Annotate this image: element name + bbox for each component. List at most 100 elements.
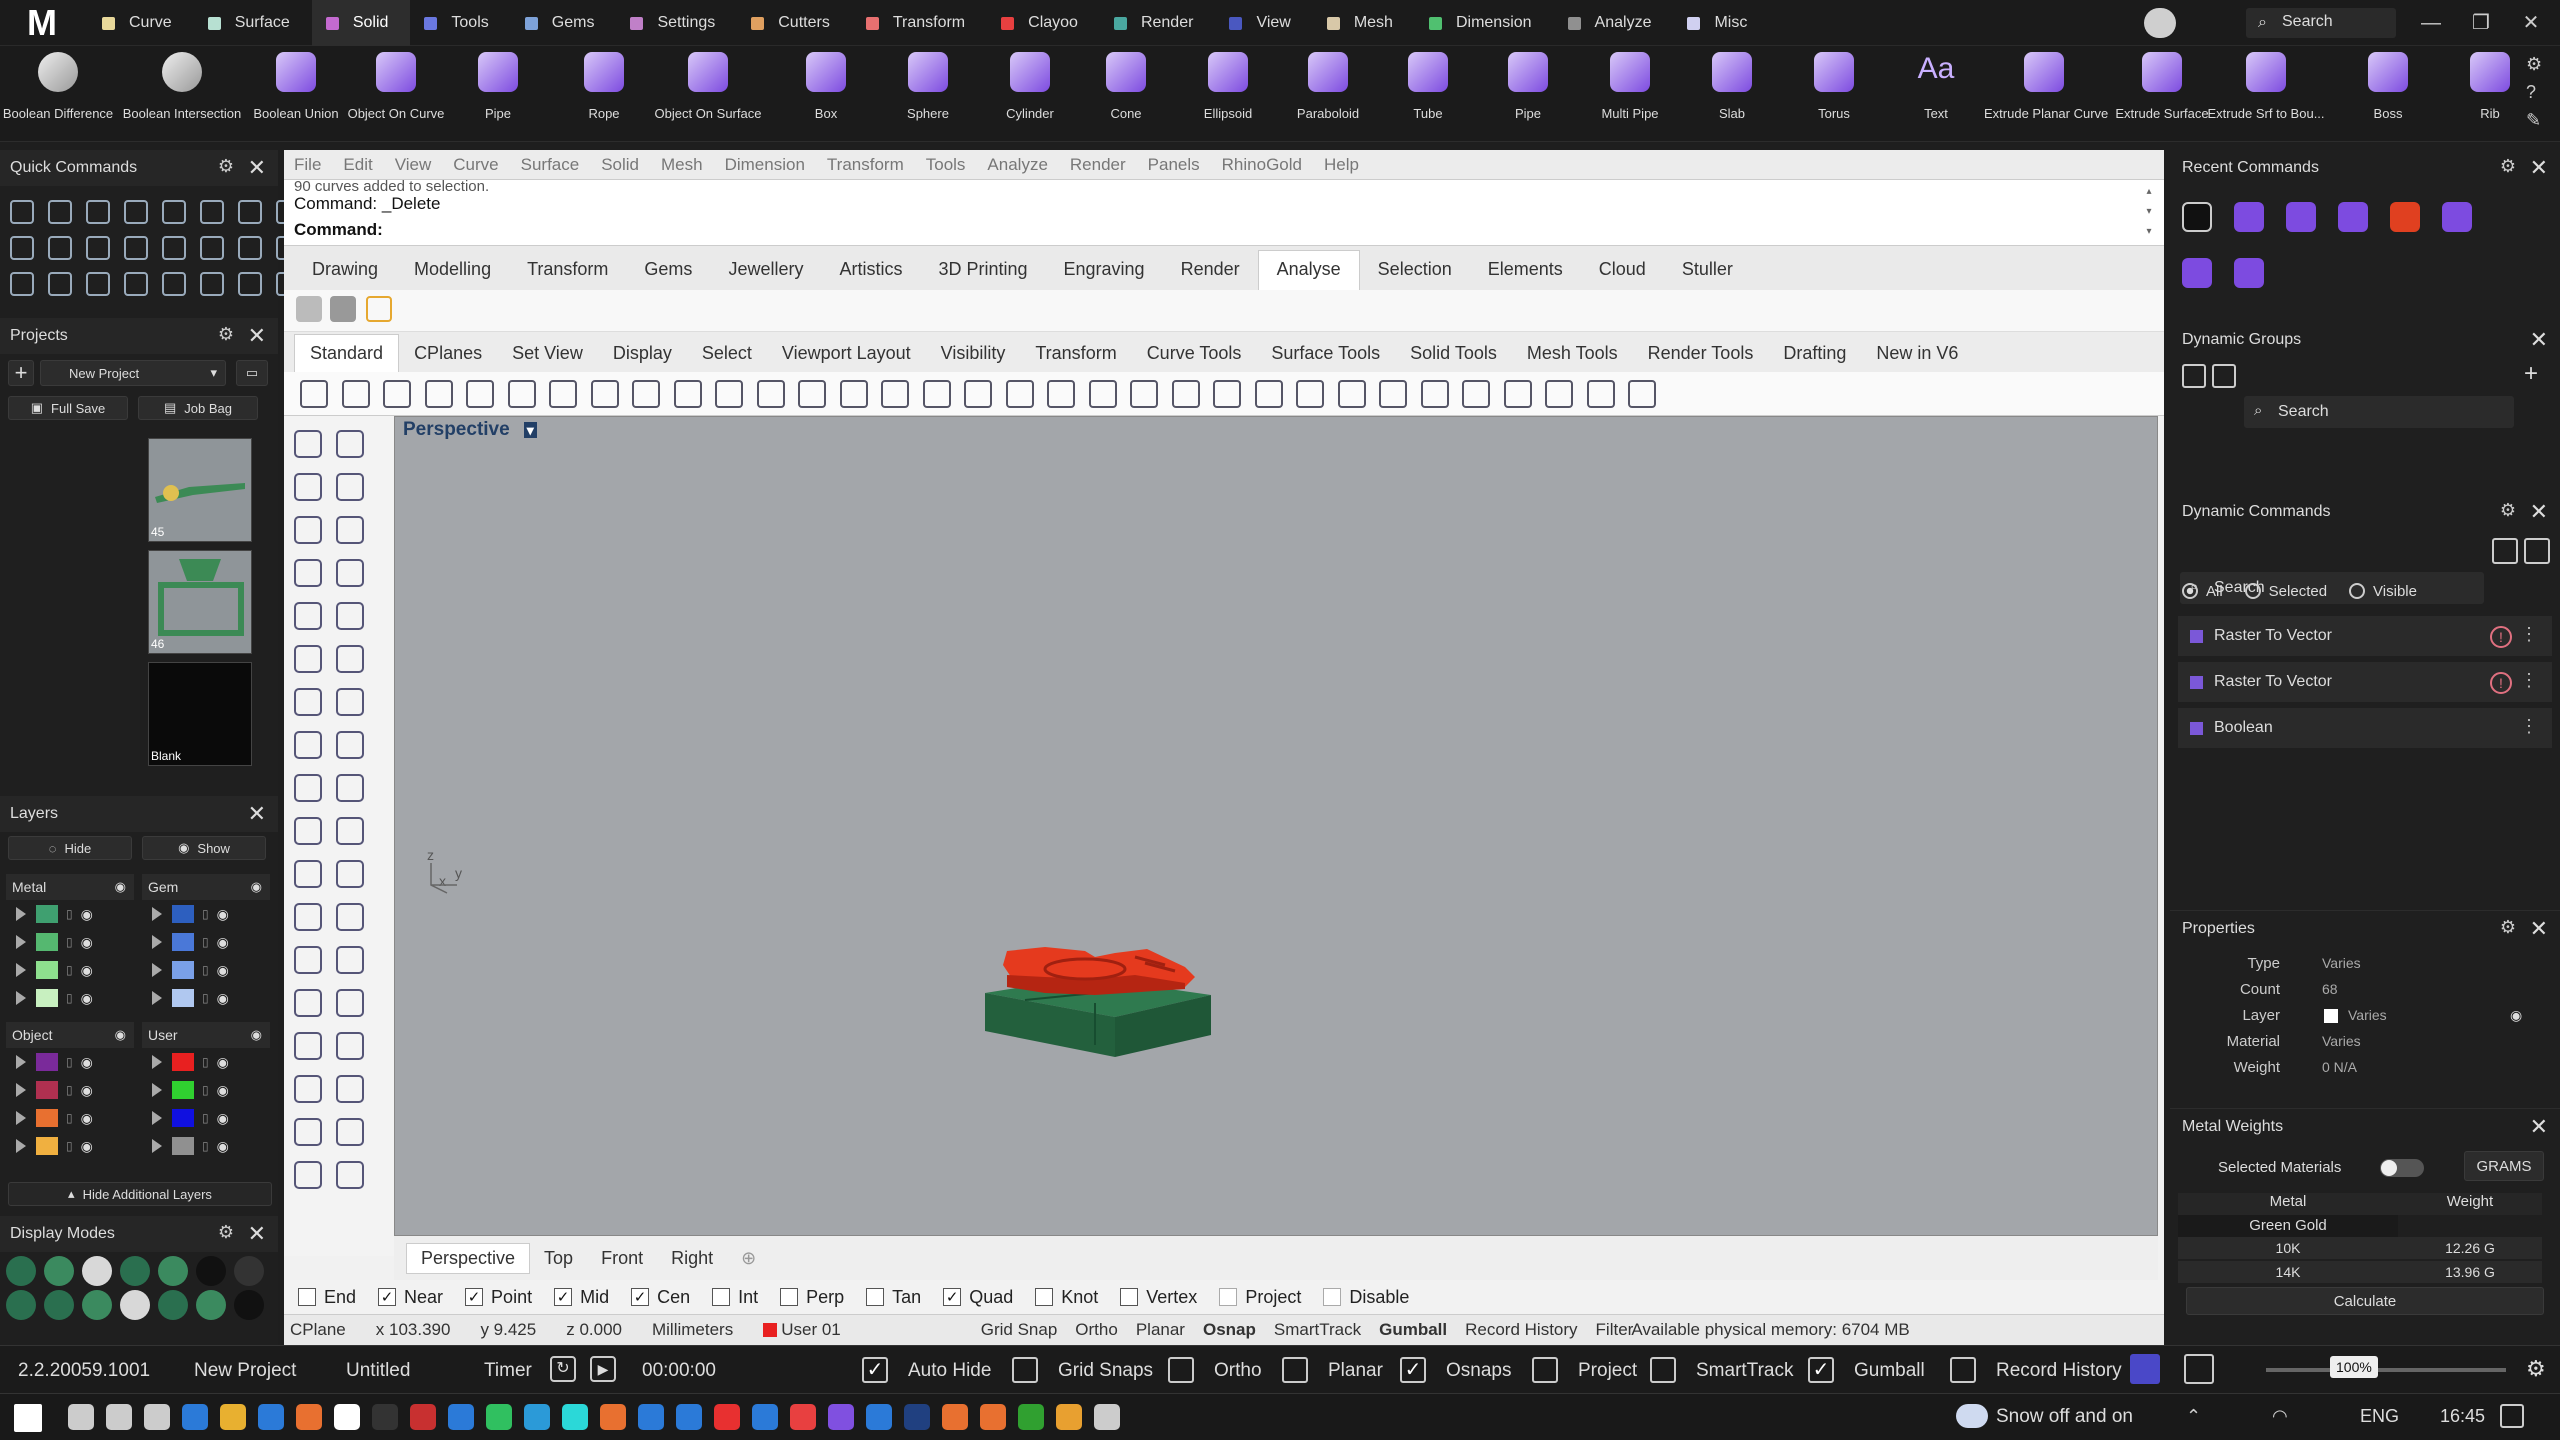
toolbar-tab-new-in-v6[interactable]: New in V6	[1861, 343, 1973, 372]
eye-icon[interactable]: ◉	[217, 906, 229, 923]
layer-color-swatch[interactable]	[36, 1081, 58, 1099]
toolbar-tab-visibility[interactable]: Visibility	[926, 343, 1021, 372]
display-mode-icon[interactable]	[158, 1256, 188, 1286]
main-menu-item[interactable]: View	[395, 155, 432, 175]
main-menu-item[interactable]: RhinoGold	[1222, 155, 1302, 175]
status-toggle-gumball[interactable]: Gumball	[1379, 1320, 1447, 1340]
eye-icon[interactable]: ◉	[217, 1054, 229, 1071]
palette-tool-icon[interactable]	[336, 1032, 364, 1060]
quick-command-icon[interactable]	[200, 236, 224, 260]
taskbar-app-icon[interactable]	[258, 1404, 284, 1430]
viewport-tab-front[interactable]: Front	[587, 1244, 657, 1273]
main-menu-item[interactable]: Curve	[453, 155, 498, 175]
tab-render[interactable]: Render	[1163, 259, 1258, 290]
eye-icon[interactable]: ◉	[115, 879, 126, 895]
display-mode-icon[interactable]	[158, 1290, 188, 1320]
palette-tool-icon[interactable]	[294, 602, 322, 630]
lock-icon[interactable]: ▯	[66, 907, 73, 921]
lock-icon[interactable]: ▯	[66, 963, 73, 977]
main-menu-item[interactable]: Panels	[1148, 155, 1200, 175]
status-toggle-smarttrack[interactable]: SmartTrack	[1274, 1320, 1361, 1340]
layer-row[interactable]: ▯ ◉	[6, 900, 134, 928]
checkbox-smarttrack[interactable]	[1650, 1357, 1676, 1383]
eye-icon[interactable]: ◉	[217, 990, 229, 1007]
eye-icon[interactable]: ◉	[81, 1138, 93, 1155]
layer-color-swatch[interactable]	[172, 905, 194, 923]
standard-tool-icon[interactable]	[839, 379, 868, 408]
status-toggle-planar[interactable]: Planar	[1136, 1320, 1185, 1340]
main-menu-item[interactable]: Tools	[926, 155, 966, 175]
expand-icon[interactable]	[16, 1055, 26, 1069]
eye-icon[interactable]: ◉	[2510, 1007, 2522, 1024]
layer-group-header[interactable]: Object ◉	[6, 1022, 134, 1048]
taskbar-app-icon[interactable]	[372, 1404, 398, 1430]
osnap-near[interactable]: ✓ Near	[378, 1287, 443, 1308]
standard-tool-icon[interactable]	[715, 379, 743, 408]
tab-selection[interactable]: Selection	[1360, 259, 1470, 290]
close-icon[interactable]: ✕	[248, 1221, 266, 1247]
expand-icon[interactable]	[152, 935, 162, 949]
layer-color-swatch[interactable]	[172, 961, 194, 979]
quick-command-icon[interactable]	[48, 200, 72, 224]
zoom-slider[interactable]	[2266, 1368, 2506, 1372]
main-menu-item[interactable]: Dimension	[725, 155, 805, 175]
standard-tool-icon[interactable]	[1545, 379, 1573, 408]
full-save-button[interactable]: ▣ Full Save	[8, 396, 128, 420]
tab-analyse[interactable]: Analyse	[1257, 250, 1360, 290]
standard-tool-icon[interactable]	[1171, 379, 1200, 408]
quick-command-icon[interactable]	[10, 236, 34, 260]
osnap-knot[interactable]: Knot	[1035, 1287, 1098, 1308]
osnap-int[interactable]: Int	[712, 1287, 758, 1308]
lock-icon[interactable]: ▯	[66, 1055, 73, 1069]
menu-tab-view[interactable]: View	[1215, 0, 1312, 46]
model-render[interactable]	[395, 417, 2157, 1235]
standard-tool-icon[interactable]	[1337, 379, 1366, 408]
taskbar-app-icon[interactable]	[296, 1404, 322, 1430]
recent-command-icon[interactable]	[2234, 258, 2264, 288]
standard-tool-icon[interactable]	[756, 379, 785, 408]
standard-tool-icon[interactable]	[922, 379, 951, 408]
lock-icon[interactable]: ▯	[202, 991, 209, 1005]
checkbox-project[interactable]	[1532, 1357, 1558, 1383]
close-icon[interactable]: ✕	[2530, 327, 2548, 353]
checkbox-ortho[interactable]	[1168, 1357, 1194, 1383]
layer-group-header[interactable]: Gem ◉	[142, 874, 270, 900]
radio-icon[interactable]	[2349, 583, 2366, 599]
checkbox[interactable]	[780, 1288, 799, 1306]
taskbar-app-icon[interactable]	[828, 1404, 854, 1430]
eye-icon[interactable]: ◉	[217, 1110, 229, 1127]
expand-icon[interactable]	[16, 1139, 26, 1153]
palette-tool-icon[interactable]	[294, 989, 322, 1017]
quick-command-icon[interactable]	[86, 236, 110, 260]
close-icon[interactable]: ✕	[248, 323, 266, 349]
palette-tool-icon[interactable]	[336, 559, 364, 587]
standard-tool-icon[interactable]	[1213, 379, 1241, 408]
palette-tool-icon[interactable]	[336, 817, 364, 845]
standard-tool-icon[interactable]	[1047, 379, 1075, 408]
layer-color-swatch[interactable]	[172, 1137, 194, 1155]
expand-icon[interactable]	[152, 1139, 162, 1153]
weather-label[interactable]: Snow off and on	[1996, 1406, 2133, 1428]
lock-icon[interactable]: ▯	[202, 1083, 209, 1097]
taskbar-app-icon[interactable]	[562, 1404, 588, 1430]
layer-row[interactable]: ▯ ◉	[6, 928, 134, 956]
display-mode-icon[interactable]	[44, 1290, 74, 1320]
checkbox[interactable]	[866, 1288, 885, 1306]
standard-tool-icon[interactable]	[466, 379, 494, 408]
menu-tab-solid[interactable]: Solid	[311, 0, 411, 46]
filter-visible[interactable]: Visible	[2349, 583, 2417, 600]
dynamic-command-item[interactable]: Raster To Vector! ⋮	[2178, 616, 2552, 656]
ribbon-tool-rib[interactable]: Rib	[2430, 52, 2550, 140]
layer-row[interactable]: ▯ ◉	[142, 1076, 270, 1104]
hide-layers-button[interactable]: ◌ Hide	[8, 836, 132, 860]
windows-start-icon[interactable]	[14, 1404, 42, 1432]
play-timer-icon[interactable]: ▶	[590, 1356, 616, 1382]
checkbox[interactable]	[1219, 1288, 1238, 1306]
palette-tool-icon[interactable]	[294, 860, 322, 888]
layer-row[interactable]: ▯ ◉	[6, 1104, 134, 1132]
main-menu-item[interactable]: Transform	[827, 155, 904, 175]
expand-icon[interactable]	[152, 963, 162, 977]
more-icon[interactable]: ⋮	[2520, 670, 2538, 691]
display-mode-icon[interactable]	[82, 1256, 112, 1286]
taskbar-app-icon[interactable]	[182, 1404, 208, 1430]
